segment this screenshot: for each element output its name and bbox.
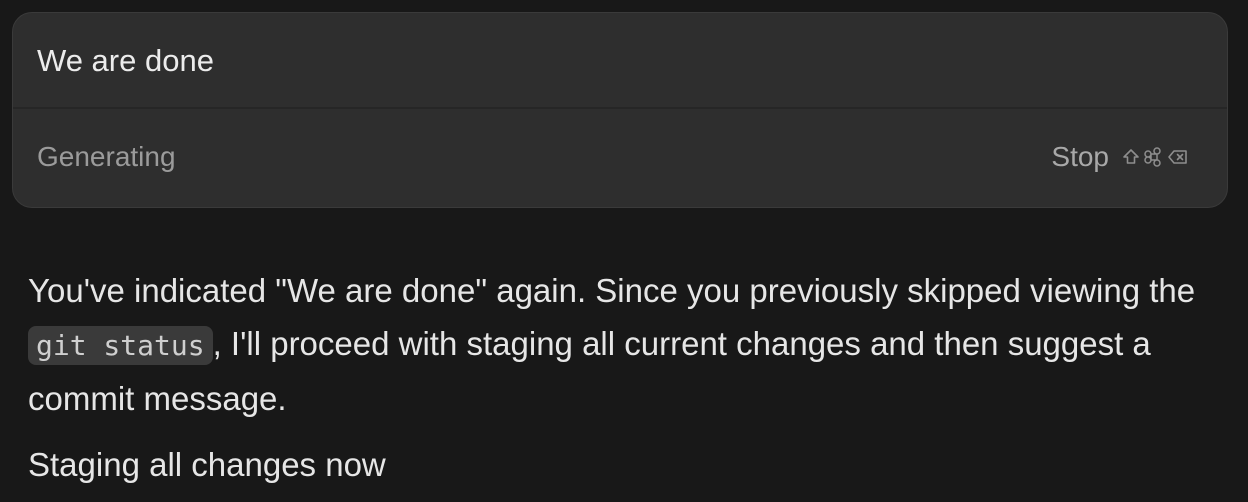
generation-status-row: Generating Stop (13, 109, 1227, 207)
response-text-before-code: You've indicated "We are done" again. Si… (28, 272, 1196, 309)
generating-status: Generating (37, 141, 176, 172)
user-message: We are done (37, 43, 214, 78)
chat-panel: We are done Generating Stop You've indic… (0, 0, 1248, 502)
response-paragraph: You've indicated "We are done" again. Si… (28, 264, 1228, 425)
delete-icon (1167, 147, 1189, 167)
response-status-line: Staging all changes now (28, 446, 386, 483)
user-prompt-card: We are done Generating Stop (12, 12, 1228, 208)
stop-shortcut (1121, 147, 1189, 167)
assistant-response: You've indicated "We are done" again. Si… (28, 264, 1228, 487)
shift-icon (1121, 147, 1141, 167)
stop-button[interactable]: Stop (1051, 137, 1189, 177)
command-icon (1144, 147, 1164, 167)
stop-label: Stop (1051, 141, 1109, 172)
inline-code: git status (28, 326, 213, 365)
